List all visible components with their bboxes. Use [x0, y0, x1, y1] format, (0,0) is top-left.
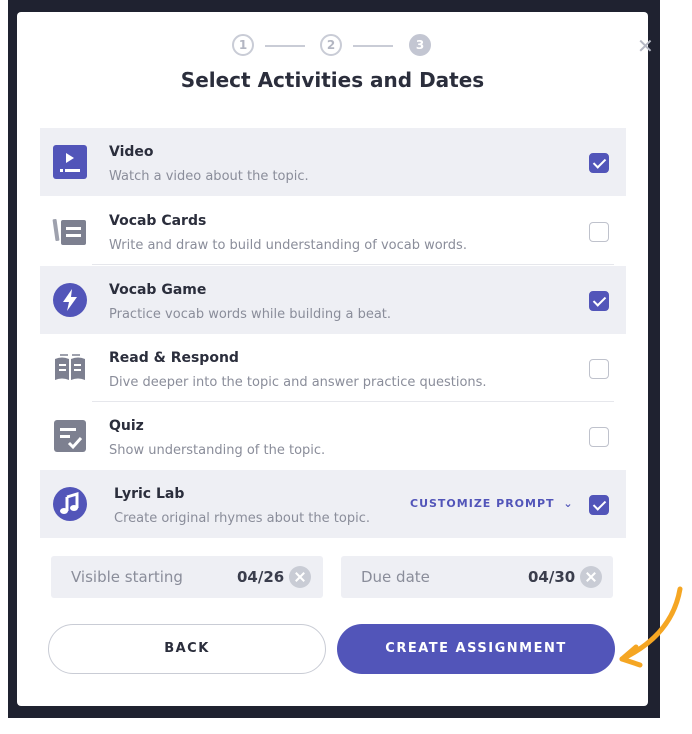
activity-checkbox[interactable] [589, 495, 609, 515]
activity-row-vocab-game[interactable]: Vocab Game Practice vocab words while bu… [40, 266, 626, 334]
back-button[interactable]: BACK [48, 624, 326, 674]
activity-row-read-respond[interactable]: Read & Respond Dive deeper into the topi… [40, 334, 626, 402]
divider [92, 264, 614, 265]
book-icon [55, 354, 85, 380]
annotation-arrow-icon [619, 586, 683, 668]
dialog-title: Select Activities and Dates [180, 68, 485, 92]
chevron-down-icon: ⌄ [563, 497, 574, 510]
lightning-icon [53, 283, 87, 317]
activity-name: Read & Respond [109, 350, 239, 366]
activity-description: Dive deeper into the topic and answer pr… [109, 375, 487, 390]
due-date-field[interactable]: Due date 04/30 [341, 556, 613, 598]
step-connector [353, 45, 393, 47]
visible-starting-field[interactable]: Visible starting 04/26 [51, 556, 323, 598]
video-icon [53, 145, 87, 179]
clear-visible-date-icon[interactable] [289, 566, 311, 588]
quiz-icon [54, 420, 86, 452]
activity-description: Practice vocab words while building a be… [109, 307, 392, 322]
step-2[interactable]: 2 [320, 34, 342, 56]
activity-name: Quiz [109, 418, 144, 434]
activity-description: Show understanding of the topic. [109, 443, 326, 458]
vocab-cards-icon [52, 218, 86, 245]
step-3[interactable]: 3 [409, 34, 431, 56]
activity-row-quiz[interactable]: Quiz Show understanding of the topic. [40, 402, 626, 470]
activity-row-video[interactable]: Video Watch a video about the topic. [40, 128, 626, 196]
visible-starting-label: Visible starting [71, 568, 183, 586]
stepper: 1 2 3 [232, 34, 437, 60]
customize-prompt-label: CUSTOMIZE PROMPT [410, 497, 555, 510]
clear-due-date-icon[interactable] [580, 566, 602, 588]
activity-description: Watch a video about the topic. [109, 169, 309, 184]
activity-row-vocab-cards[interactable]: Vocab Cards Write and draw to build unde… [40, 197, 626, 265]
activity-checkbox[interactable] [589, 222, 609, 242]
activity-checkbox[interactable] [589, 153, 609, 173]
activity-checkbox[interactable] [589, 427, 609, 447]
create-assignment-button[interactable]: CREATE ASSIGNMENT [337, 624, 615, 674]
due-date-label: Due date [361, 568, 430, 586]
close-icon[interactable]: ✕ [637, 36, 654, 56]
activity-description: Write and draw to build understanding of… [109, 238, 467, 253]
step-connector [265, 45, 305, 47]
activity-description: Create original rhymes about the topic. [114, 511, 370, 526]
customize-prompt-button[interactable]: CUSTOMIZE PROMPT ⌄ [410, 497, 574, 510]
music-note-icon [53, 487, 87, 521]
activity-name: Vocab Cards [109, 213, 207, 229]
activity-checkbox[interactable] [589, 291, 609, 311]
activity-row-lyric-lab[interactable]: Lyric Lab Create original rhymes about t… [40, 470, 626, 538]
activity-checkbox[interactable] [589, 359, 609, 379]
activity-name: Vocab Game [109, 282, 207, 298]
visible-starting-value: 04/26 [237, 568, 285, 586]
step-1[interactable]: 1 [232, 34, 254, 56]
activity-name: Lyric Lab [114, 486, 185, 502]
activity-name: Video [109, 144, 154, 160]
due-date-value: 04/30 [528, 568, 576, 586]
